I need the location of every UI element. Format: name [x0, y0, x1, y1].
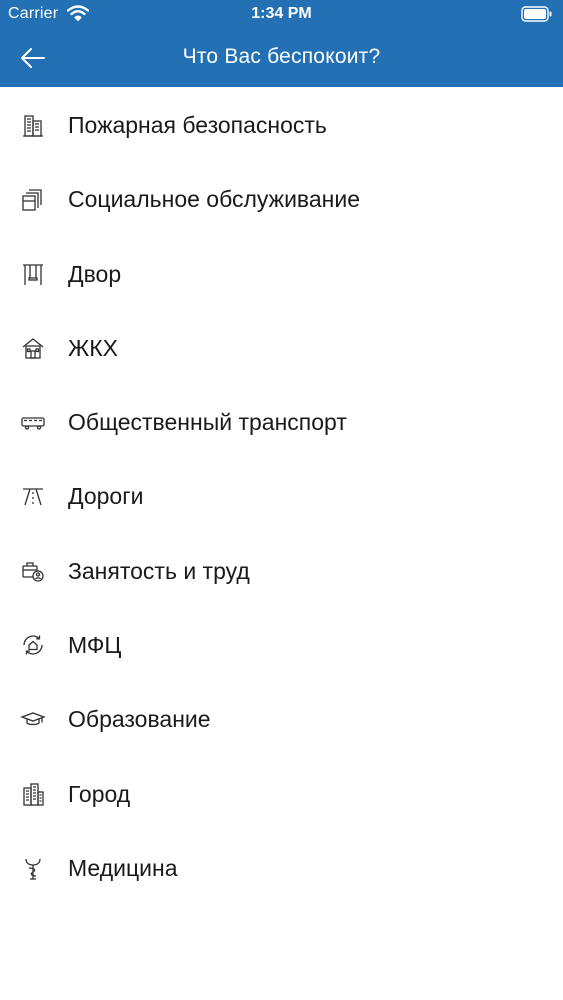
status-bar: Carrier 1:34 PM	[0, 0, 563, 30]
list-item-mfc[interactable]: МФЦ	[0, 607, 563, 681]
battery-icon	[521, 6, 553, 22]
list-item-public-transport[interactable]: Общественный транспорт	[0, 384, 563, 458]
list-item-label: Двор	[68, 260, 122, 287]
list-item-housing[interactable]: ЖКХ	[0, 310, 563, 384]
documents-icon	[20, 186, 46, 212]
building-icon	[20, 112, 46, 138]
list-item-medicine[interactable]: Медицина	[0, 830, 563, 904]
caduceus-icon	[20, 855, 46, 881]
navigation-bar: Что Вас беспокоит?	[0, 30, 563, 87]
list-item-label: Город	[68, 780, 131, 807]
list-item-label: МФЦ	[68, 632, 122, 659]
list-item-label: Общественный транспорт	[68, 409, 347, 436]
list-item-yard[interactable]: Двор	[0, 236, 563, 310]
house-icon	[20, 335, 46, 361]
list-item-label: Дороги	[68, 483, 144, 510]
list-item-label: Занятость и труд	[68, 557, 250, 584]
bus-icon	[20, 409, 46, 435]
list-item-education[interactable]: Образование	[0, 681, 563, 755]
graduation-cap-icon	[20, 706, 46, 732]
list-item-roads[interactable]: Дороги	[0, 458, 563, 532]
list-item-label: Социальное обслуживание	[68, 186, 361, 213]
category-list: Пожарная безопасность Социальное обслужи…	[0, 87, 563, 904]
list-item-label: Образование	[68, 706, 211, 733]
list-item-label: Медицина	[68, 854, 178, 881]
list-item-label: ЖКХ	[68, 334, 118, 361]
road-icon	[20, 483, 46, 509]
list-item-social-service[interactable]: Социальное обслуживание	[0, 161, 563, 235]
briefcase-person-icon	[20, 558, 46, 584]
swing-icon	[20, 261, 46, 287]
circular-arrows-house-icon	[20, 632, 46, 658]
app-header: Carrier 1:34 PM Что Вас беспокоит?	[0, 0, 563, 87]
list-item-label: Пожарная безопасность	[68, 112, 327, 138]
list-item-fire-safety[interactable]: Пожарная безопасность	[0, 87, 563, 161]
list-item-employment[interactable]: Занятость и труд	[0, 533, 563, 607]
page-title: Что Вас беспокоит?	[182, 45, 381, 68]
list-item-city[interactable]: Город	[0, 756, 563, 830]
status-time: 1:34 PM	[251, 5, 312, 22]
city-buildings-icon	[20, 781, 46, 807]
